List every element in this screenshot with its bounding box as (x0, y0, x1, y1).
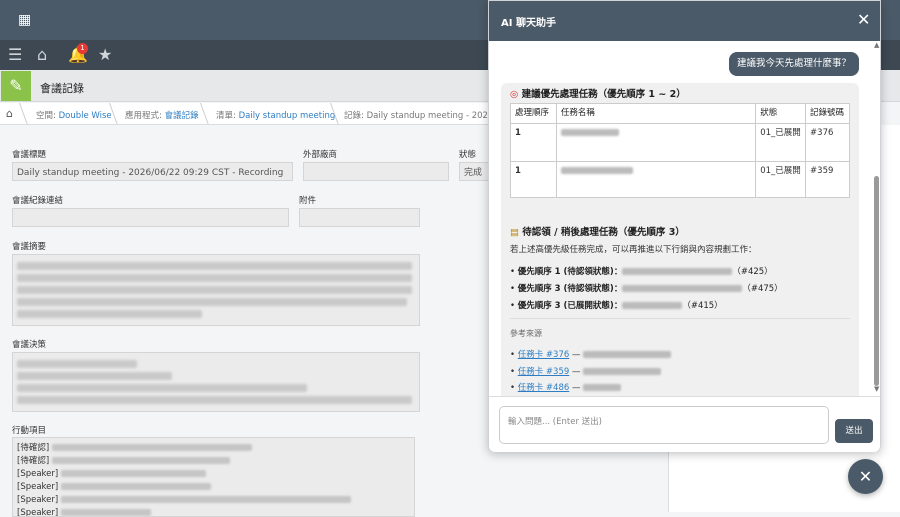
target-icon: ◎ (510, 89, 519, 100)
action-item: [Speaker] (17, 507, 410, 516)
ref-item: • 任務卡 #486 — (510, 381, 622, 393)
close-icon[interactable]: ✕ (848, 459, 883, 494)
ref-link[interactable]: 任務卡 #486 (518, 383, 570, 393)
pending-section-title: ▤ 待認領 / 稍後處理任務（優先順序 3） (510, 227, 685, 238)
pencil-icon: ✎ (1, 71, 31, 101)
breadcrumb-space[interactable]: 空間: Double Wise (36, 109, 112, 121)
scroll-down-icon[interactable]: ▼ (874, 385, 879, 393)
action-item: [Speaker] (17, 494, 410, 507)
priority-section-title: ◎ 建議優先處理任務（優先順序 1 ~ 2） (510, 89, 686, 100)
page-title: 會議記錄 (40, 82, 84, 95)
ref-link[interactable]: 任務卡 #376 (518, 350, 570, 360)
priority-table: 處理順序 任務名稱 狀態 記錄號碼 1 01_已展開 #376 1 01_已展開… (510, 103, 850, 198)
breadcrumb-list[interactable]: 清單: Daily standup meeting (216, 109, 335, 121)
chat-footer: 輸入問題... (Enter 送出) 送出 (489, 396, 880, 452)
table-row: 1 01_已展開 #376 (510, 123, 850, 162)
memo-icon: ▤ (510, 227, 519, 238)
decision-label: 會議決策 (12, 340, 47, 350)
chat-title: AI 聊天助手 (501, 18, 556, 29)
summary-field[interactable] (12, 254, 420, 326)
table-row: 1 01_已展開 #359 (510, 161, 850, 198)
action-item: [Speaker] (17, 468, 410, 481)
ref-link[interactable]: 任務卡 #359 (518, 367, 570, 377)
table-header: 記錄號碼 (805, 103, 850, 124)
link-label: 會議紀錄連結 (12, 196, 64, 206)
pending-description: 若上述高優先級任務完成，可以再推進以下行銷與內容規劃工作： (510, 245, 757, 255)
list-item: • 優先順序 3 (待認領狀態)： （#475） (510, 284, 783, 294)
ai-chat-panel: AI 聊天助手 ✕ ▲ ▼ 建議我今天先處理什麼事？ ◎ 建議優先處理任務（優先… (488, 0, 881, 452)
table-header: 狀態 (755, 103, 807, 124)
vendor-label: 外部廠商 (303, 150, 338, 160)
vendor-field[interactable] (303, 162, 449, 181)
close-icon[interactable]: ✕ (857, 11, 870, 29)
list-item: • 優先順序 1 (待認領狀態)： （#425） (510, 267, 773, 277)
refs-title: 參考來源 (510, 329, 542, 338)
attachment-label: 附件 (299, 196, 317, 206)
summary-label: 會議摘要 (12, 242, 47, 252)
action-item: [待確認] (17, 442, 410, 455)
user-message: 建議我今天先處理什麼事？ (729, 52, 859, 76)
meeting-title-label: 會議標題 (12, 150, 47, 160)
breadcrumb-record: 記錄: Daily standup meeting - 2026/06/ (344, 111, 490, 121)
actions-label: 行動項目 (12, 426, 47, 436)
table-header: 處理順序 (510, 103, 557, 124)
table-header: 任務名稱 (555, 103, 757, 124)
send-button[interactable]: 送出 (835, 419, 873, 443)
chat-input[interactable]: 輸入問題... (Enter 送出) (499, 406, 829, 444)
breadcrumb: ⌂ 空間: Double Wise 應用程式: 會議記錄 清單: Daily s… (0, 103, 490, 125)
actions-field[interactable]: [待確認] [待確認] [Speaker] [Speaker] [Speaker… (12, 437, 415, 517)
status-label: 狀態 (459, 150, 477, 160)
link-field[interactable] (12, 208, 289, 227)
hamburger-icon[interactable]: ☰ (8, 46, 22, 64)
action-item: [Speaker] (17, 481, 410, 494)
breadcrumb-app[interactable]: 應用程式: 會議記錄 (125, 109, 199, 121)
notification-badge: 1 (77, 43, 88, 54)
chat-scrollbar[interactable] (874, 176, 879, 386)
meeting-title-field[interactable]: Daily standup meeting - 2026/06/22 09:29… (12, 162, 293, 181)
ref-item: • 任務卡 #359 — (510, 365, 662, 377)
attachment-field[interactable] (299, 208, 420, 227)
home-icon[interactable]: ⌂ (37, 46, 47, 64)
divider (510, 318, 850, 319)
star-icon[interactable]: ★ (98, 46, 112, 64)
scroll-up-icon[interactable]: ▲ (874, 41, 879, 49)
app-grid-icon[interactable]: ▦ (18, 12, 34, 28)
ref-item: • 任務卡 #376 — (510, 348, 672, 360)
action-item: [待確認] (17, 455, 410, 468)
list-item: • 優先順序 3 (已展開狀態)： （#415） (510, 301, 723, 311)
status-field[interactable]: 完成 (459, 162, 489, 181)
chat-header: AI 聊天助手 ✕ (489, 1, 880, 41)
decision-field[interactable] (12, 352, 420, 412)
